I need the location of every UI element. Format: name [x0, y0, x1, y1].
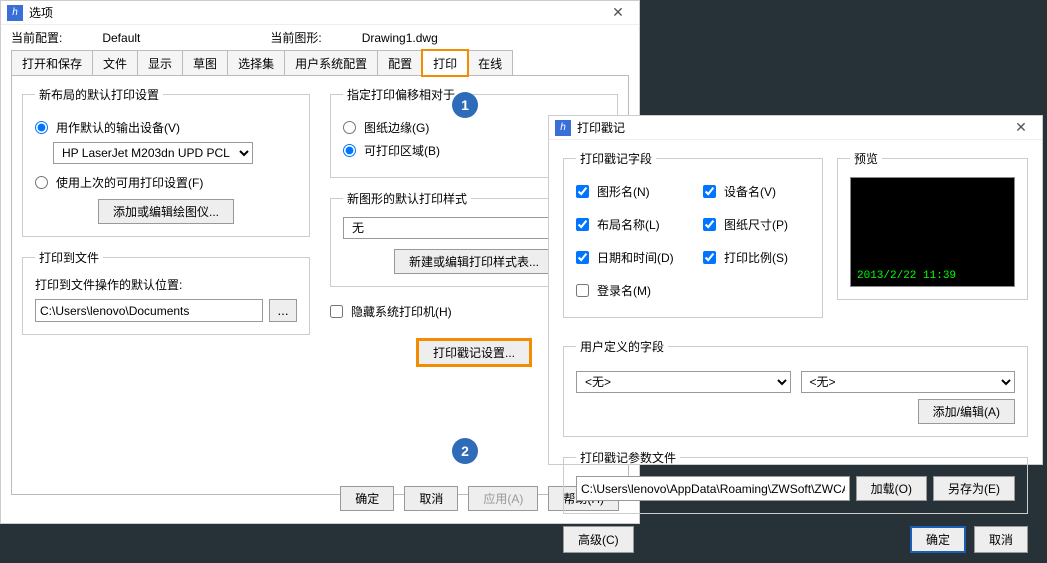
tab-open-save[interactable]: 打开和保存 [11, 50, 93, 76]
param-path-input[interactable] [576, 476, 850, 501]
stamp-fields-group: 打印戳记字段 图形名(N) 设备名(V) 布局名称(L) 图纸尺寸(P) 日期和… [563, 150, 823, 318]
printer-select[interactable]: HP LaserJet M203dn UPD PCL 6 [53, 142, 253, 164]
ok-button[interactable]: 确定 [340, 486, 394, 511]
options-window: h 选项 ✕ 当前配置: Default 当前图形: Drawing1.dwg 打开… [0, 0, 640, 524]
device-name-checkbox[interactable] [703, 185, 716, 198]
last-settings-radio[interactable] [35, 176, 48, 189]
plot-stamp-window: h 打印戳记 ✕ 打印戳记字段 图形名(N) 设备名(V) 布局名称(L) 图纸… [548, 115, 1043, 465]
config-label: 当前配置: [11, 31, 62, 45]
load-button[interactable]: 加载(O) [856, 476, 927, 501]
layout-name-checkbox[interactable] [576, 218, 589, 231]
titlebar-2: h 打印戳记 ✕ [549, 116, 1042, 140]
drawing-name-checkbox[interactable] [576, 185, 589, 198]
datetime-checkbox[interactable] [576, 251, 589, 264]
hide-printer-label: 隐藏系统打印机(H) [351, 303, 452, 320]
tab-file[interactable]: 文件 [92, 50, 138, 76]
edit-style-button[interactable]: 新建或编辑打印样式表... [394, 249, 554, 274]
device-name-label: 设备名(V) [724, 183, 776, 200]
offset-title: 指定打印偏移相对于 [343, 86, 459, 103]
param-file-group: 打印戳记参数文件 加载(O) 另存为(E) [563, 449, 1028, 514]
cancel-button[interactable]: 取消 [404, 486, 458, 511]
apply-button[interactable]: 应用(A) [468, 486, 538, 511]
close-icon[interactable]: ✕ [603, 4, 633, 21]
window-title: 选项 [29, 4, 603, 21]
printable-area-radio[interactable] [343, 144, 356, 157]
window-title-2: 打印戳记 [577, 119, 1006, 136]
preview-group: 预览 2013/2/22 11:39 [837, 150, 1028, 300]
cancel-button-2[interactable]: 取消 [974, 526, 1028, 553]
tab-config[interactable]: 配置 [377, 50, 423, 76]
tab-selection[interactable]: 选择集 [227, 50, 285, 76]
browse-button[interactable]: ... [269, 299, 297, 322]
new-layout-group: 新布局的默认打印设置 用作默认的输出设备(V) HP LaserJet M203… [22, 86, 310, 237]
stamp-fields-title: 打印戳记字段 [576, 150, 656, 167]
tab-user-config[interactable]: 用户系统配置 [284, 50, 378, 76]
user-field-1-select[interactable]: <无> [576, 371, 791, 393]
ok-button-2[interactable]: 确定 [910, 526, 966, 553]
default-device-label: 用作默认的输出设备(V) [56, 119, 180, 136]
callout-1: 1 [452, 92, 478, 118]
add-plotter-button[interactable]: 添加或编辑绘图仪... [98, 199, 234, 224]
layout-name-label: 布局名称(L) [597, 216, 660, 233]
paper-edge-radio[interactable] [343, 121, 356, 134]
plot-style-title: 新图形的默认打印样式 [343, 190, 471, 207]
saveas-button[interactable]: 另存为(E) [933, 476, 1015, 501]
paper-edge-label: 图纸边缘(G) [364, 119, 429, 136]
user-fields-group: 用户定义的字段 <无> <无> 添加/编辑(A) [563, 338, 1028, 437]
drawing-name-label: 图形名(N) [597, 183, 650, 200]
scale-label: 打印比例(S) [724, 249, 788, 266]
login-checkbox[interactable] [576, 284, 589, 297]
default-device-radio[interactable] [35, 121, 48, 134]
tab-bar: 打开和保存 文件 显示 草图 选择集 用户系统配置 配置 打印 在线 [1, 50, 639, 76]
login-label: 登录名(M) [597, 282, 651, 299]
tab-sketch[interactable]: 草图 [182, 50, 228, 76]
datetime-label: 日期和时间(D) [597, 249, 674, 266]
info-row: 当前配置: Default 当前图形: Drawing1.dwg [1, 25, 639, 50]
path-input[interactable] [35, 299, 263, 322]
add-edit-button[interactable]: 添加/编辑(A) [918, 399, 1015, 424]
tab-print[interactable]: 打印 [422, 50, 468, 76]
hide-printer-checkbox[interactable] [330, 305, 343, 318]
app-icon-2: h [555, 120, 571, 136]
titlebar: h 选项 ✕ [1, 1, 639, 25]
app-icon: h [7, 5, 23, 21]
user-field-2-select[interactable]: <无> [801, 371, 1016, 393]
tab-display[interactable]: 显示 [137, 50, 183, 76]
preview-timestamp: 2013/2/22 11:39 [857, 270, 956, 282]
preview-title: 预览 [850, 150, 882, 167]
drawing-label: 当前图形: [270, 31, 321, 45]
plot-to-file-group: 打印到文件 打印到文件操作的默认位置: ... [22, 249, 310, 335]
printable-area-label: 可打印区域(B) [364, 142, 440, 159]
close-icon-2[interactable]: ✕ [1006, 119, 1036, 136]
new-layout-title: 新布局的默认打印设置 [35, 86, 163, 103]
advanced-button[interactable]: 高级(C) [563, 526, 634, 553]
scale-checkbox[interactable] [703, 251, 716, 264]
drawing-value: Drawing1.dwg [362, 31, 438, 45]
last-settings-label: 使用上次的可用打印设置(F) [56, 174, 203, 191]
path-label: 打印到文件操作的默认位置: [35, 276, 297, 293]
paper-size-checkbox[interactable] [703, 218, 716, 231]
param-file-title: 打印戳记参数文件 [576, 449, 680, 466]
tab-panel: 1 2 新布局的默认打印设置 用作默认的输出设备(V) HP LaserJet … [11, 75, 629, 495]
preview-box: 2013/2/22 11:39 [850, 177, 1015, 287]
paper-size-label: 图纸尺寸(P) [724, 216, 788, 233]
callout-2: 2 [452, 438, 478, 464]
plot-stamp-button[interactable]: 打印戳记设置... [418, 340, 530, 365]
tab-online[interactable]: 在线 [467, 50, 513, 76]
user-fields-title: 用户定义的字段 [576, 338, 668, 355]
plot-to-file-title: 打印到文件 [35, 249, 103, 266]
config-value: Default [102, 31, 140, 45]
